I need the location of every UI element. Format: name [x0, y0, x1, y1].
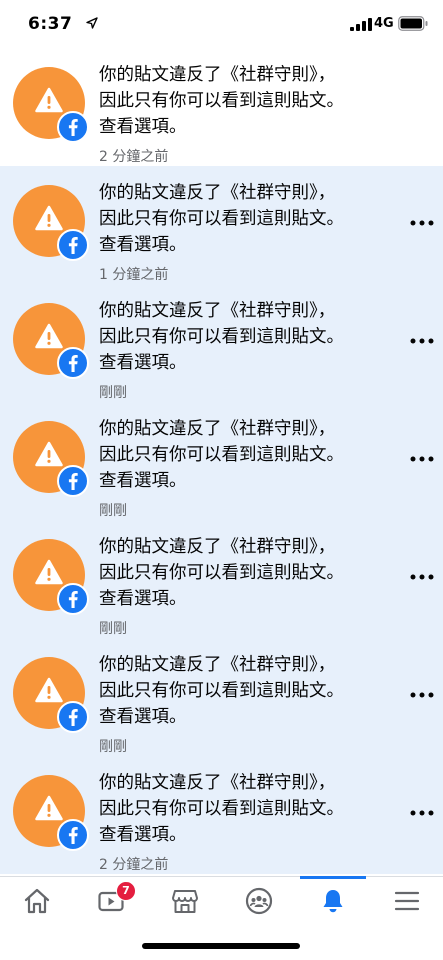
notification-line: 查看選項。 [99, 235, 187, 255]
notification-line: 你的貼文違反了《社群守則》， [99, 301, 336, 321]
facebook-badge-icon [57, 347, 89, 379]
notification-time: 2 分鐘之前 [99, 857, 169, 873]
notification-line: 查看選項。 [99, 353, 187, 373]
notification-item[interactable]: 你的貼文違反了《社群守則》， 因此只有你可以看到這則貼文。 查看選項。 1 分鐘… [0, 166, 443, 284]
notification-item[interactable]: 你的貼文違反了《社群守則》， 因此只有你可以看到這則貼文。 查看選項。 剛剛 [0, 520, 443, 638]
status-time: 6:37 [28, 14, 73, 34]
warning-avatar [13, 539, 89, 615]
warning-avatar [13, 421, 89, 497]
warning-icon [35, 205, 63, 231]
tab-groups[interactable] [222, 877, 296, 927]
notifications-icon [323, 890, 343, 913]
notification-time: 剛剛 [99, 503, 127, 519]
facebook-badge-icon [57, 229, 89, 261]
warning-avatar [13, 67, 89, 143]
notification-item[interactable]: 你的貼文違反了《社群守則》， 因此只有你可以看到這則貼文。 查看選項。 2 分鐘… [0, 756, 443, 874]
battery-icon [398, 16, 428, 31]
watch-badge: 7 [116, 881, 136, 901]
notification-line: 查看選項。 [99, 589, 187, 609]
warning-avatar [13, 303, 89, 379]
notification-line: 因此只有你可以看到這則貼文。 [99, 209, 344, 229]
facebook-badge-icon [57, 111, 89, 143]
warning-avatar [13, 775, 89, 851]
notification-time: 剛剛 [99, 621, 127, 637]
notification-item[interactable]: 你的貼文違反了《社群守則》， 因此只有你可以看到這則貼文。 查看選項。 剛剛 [0, 638, 443, 756]
notification-line: 你的貼文違反了《社群守則》， [99, 183, 336, 203]
tab-watch[interactable]: 7 [74, 877, 148, 927]
notification-line: 查看選項。 [99, 707, 187, 727]
cellular-signal-icon [350, 18, 372, 31]
notification-time: 1 分鐘之前 [99, 267, 169, 283]
notification-line: 因此只有你可以看到這則貼文。 [99, 563, 344, 583]
notification-text: 你的貼文違反了《社群守則》， 因此只有你可以看到這則貼文。 查看選項。 [99, 652, 399, 730]
notification-text: 你的貼文違反了《社群守則》， 因此只有你可以看到這則貼文。 查看選項。 [99, 62, 399, 140]
notification-line: 因此只有你可以看到這則貼文。 [99, 91, 344, 111]
facebook-badge-icon [57, 701, 89, 733]
home-icon [24, 888, 50, 914]
notification-line: 查看選項。 [99, 117, 187, 137]
more-options-icon[interactable] [410, 692, 434, 698]
marketplace-icon [172, 890, 198, 913]
more-options-icon[interactable] [410, 456, 434, 462]
notification-line: 你的貼文違反了《社群守則》， [99, 537, 336, 557]
notification-time: 剛剛 [99, 739, 127, 755]
notification-time: 2 分鐘之前 [99, 149, 169, 165]
notification-line: 你的貼文違反了《社群守則》， [99, 773, 336, 793]
notification-text: 你的貼文違反了《社群守則》， 因此只有你可以看到這則貼文。 查看選項。 [99, 770, 399, 848]
facebook-badge-icon [57, 465, 89, 497]
notification-time: 剛剛 [99, 385, 127, 401]
more-options-icon[interactable] [410, 338, 434, 344]
notification-line: 查看選項。 [99, 471, 187, 491]
tab-home[interactable] [0, 877, 74, 927]
warning-icon [35, 677, 63, 703]
tab-notifications[interactable] [296, 876, 370, 927]
notification-text: 你的貼文違反了《社群守則》， 因此只有你可以看到這則貼文。 查看選項。 [99, 416, 399, 494]
warning-icon [35, 87, 63, 113]
notification-text: 你的貼文違反了《社群守則》， 因此只有你可以看到這則貼文。 查看選項。 [99, 298, 399, 376]
tab-menu[interactable] [370, 877, 443, 927]
notification-line: 因此只有你可以看到這則貼文。 [99, 681, 344, 701]
warning-avatar [13, 185, 89, 261]
location-arrow-icon [86, 17, 98, 29]
notification-text: 你的貼文違反了《社群守則》， 因此只有你可以看到這則貼文。 查看選項。 [99, 180, 399, 258]
warning-icon [35, 323, 63, 349]
more-options-icon[interactable] [410, 574, 434, 580]
notification-line: 你的貼文違反了《社群守則》， [99, 419, 336, 439]
warning-icon [35, 559, 63, 585]
notification-text: 你的貼文違反了《社群守則》， 因此只有你可以看到這則貼文。 查看選項。 [99, 534, 399, 612]
home-indicator[interactable] [142, 943, 300, 949]
notification-line: 查看選項。 [99, 825, 187, 845]
notification-line: 你的貼文違反了《社群守則》， [99, 65, 336, 85]
notification-item[interactable]: 你的貼文違反了《社群守則》， 因此只有你可以看到這則貼文。 查看選項。 剛剛 [0, 284, 443, 402]
warning-icon [35, 441, 63, 467]
notification-line: 因此只有你可以看到這則貼文。 [99, 799, 344, 819]
menu-icon [394, 891, 420, 911]
status-bar: 6:37 4G [0, 0, 443, 48]
warning-icon [35, 795, 63, 821]
notification-line: 你的貼文違反了《社群守則》， [99, 655, 336, 675]
groups-icon [245, 887, 273, 915]
facebook-badge-icon [57, 819, 89, 851]
tab-marketplace[interactable] [148, 877, 222, 927]
more-options-icon[interactable] [410, 810, 434, 816]
notification-line: 因此只有你可以看到這則貼文。 [99, 445, 344, 465]
notification-line: 因此只有你可以看到這則貼文。 [99, 327, 344, 347]
warning-avatar [13, 657, 89, 733]
more-options-icon[interactable] [410, 220, 434, 226]
notification-list: 你的貼文違反了《社群守則》， 因此只有你可以看到這則貼文。 查看選項。 2 分鐘… [0, 48, 443, 876]
notification-item[interactable]: 你的貼文違反了《社群守則》， 因此只有你可以看到這則貼文。 查看選項。 2 分鐘… [0, 48, 443, 166]
facebook-badge-icon [57, 583, 89, 615]
notification-item[interactable]: 你的貼文違反了《社群守則》， 因此只有你可以看到這則貼文。 查看選項。 剛剛 [0, 402, 443, 520]
network-type: 4G [374, 16, 394, 31]
